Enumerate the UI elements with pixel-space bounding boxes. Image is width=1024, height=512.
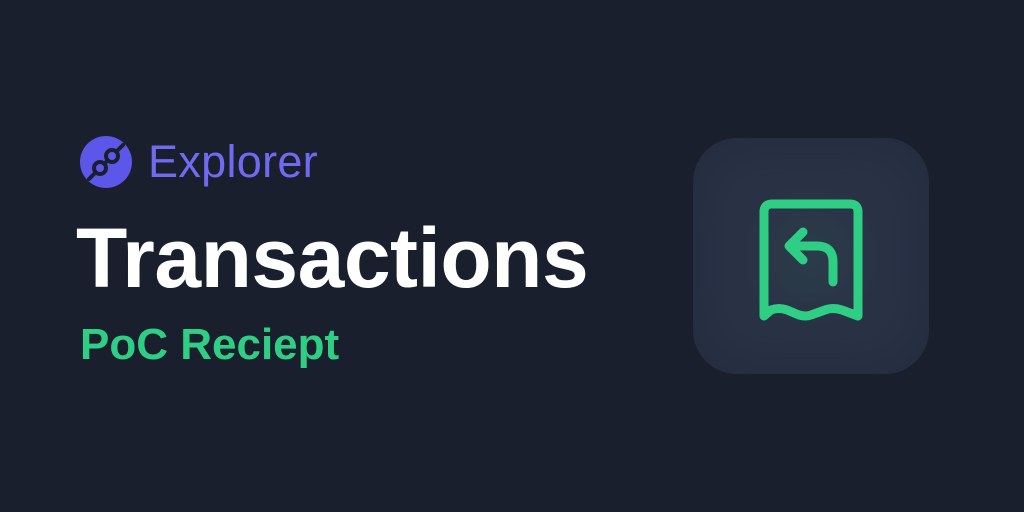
brand-header: Explorer	[80, 136, 318, 188]
helium-logo-icon	[80, 136, 132, 188]
page-title: Transactions	[76, 211, 589, 305]
receipt-return-icon	[759, 199, 863, 321]
feature-icon-tile	[693, 138, 929, 374]
og-card: Explorer Transactions PoC Reciept	[0, 0, 1024, 512]
page-subtitle: PoC Reciept	[80, 320, 340, 369]
brand-name: Explorer	[148, 136, 318, 187]
